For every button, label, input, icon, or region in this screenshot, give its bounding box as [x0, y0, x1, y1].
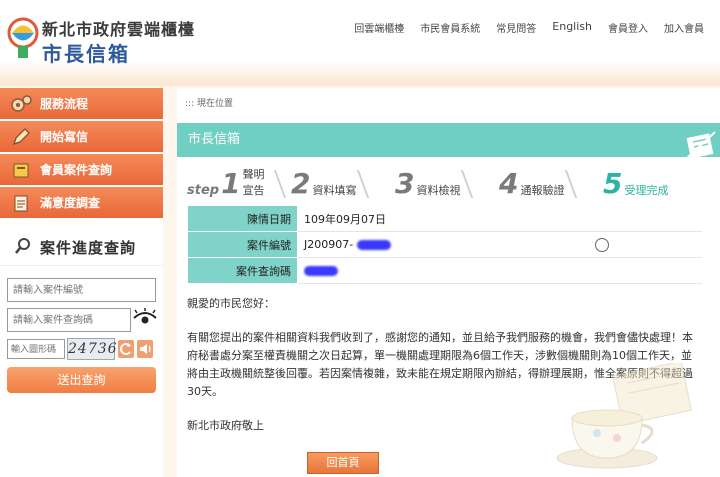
top-nav: 回雲端櫃檯 市民會員系統 常見問答 English 會員登入 加入會員	[354, 20, 704, 35]
captcha-image: 24736	[67, 338, 117, 360]
section-title: 市長信箱	[177, 123, 720, 157]
query-code-label: 案件查詢碼	[187, 257, 298, 284]
table-row: 案件編號 J200907-	[187, 231, 702, 258]
refresh-captcha-icon[interactable]	[118, 340, 134, 358]
redaction-mark	[304, 266, 338, 276]
step-number: 5	[603, 167, 623, 200]
nav-cloud-counter[interactable]: 回雲端櫃檯	[354, 20, 404, 35]
sidebar-item-member-case[interactable]: 會員案件查詢	[0, 154, 163, 186]
step-number: 3	[395, 167, 415, 200]
letter-pen-icon	[686, 131, 716, 159]
sidebar: 服務流程 開始寫信 會員案件查詢 滿意度調查 案件進度查詢 24736	[0, 88, 163, 477]
case-number-value: J200907-	[304, 237, 354, 251]
tea-cup-decoration-icon	[556, 363, 693, 469]
redaction-mark	[356, 239, 391, 250]
captcha-input[interactable]	[7, 339, 65, 359]
query-code-cell	[297, 257, 702, 284]
home-button[interactable]: 回首頁	[307, 452, 379, 474]
step-label: 受理完成	[624, 184, 669, 197]
folder-icon	[10, 159, 32, 181]
date-value: 109年09月07日	[297, 205, 702, 232]
table-row: 陳情日期 109年09月07日	[187, 205, 702, 232]
page-title: 市長信箱	[42, 42, 130, 66]
sidebar-item-label: 開始寫信	[40, 130, 89, 144]
nav-faq[interactable]: 常見問答	[496, 20, 536, 35]
letter-greeting: 親愛的市民您好：	[187, 297, 275, 310]
sidebar-item-label: 滿意度調查	[40, 196, 101, 210]
query-title-row: 案件進度查詢	[0, 230, 163, 266]
query-title: 案件進度查詢	[40, 239, 137, 257]
step-3: 3 資料檢視	[395, 168, 499, 202]
sidebar-item-service-flow[interactable]: 服務流程	[0, 88, 163, 120]
pen-icon	[10, 126, 32, 148]
main-content: ::: 現在位置 市長信箱 step 1 聲明宣告 2 資料填寫 3 資料檢視 …	[177, 88, 720, 477]
step-5-current: 5 受理完成	[603, 168, 707, 202]
sidebar-item-label: 會員案件查詢	[40, 163, 113, 177]
case-number-label: 案件編號	[187, 231, 298, 258]
gears-icon	[10, 93, 32, 115]
sidebar-item-write-letter[interactable]: 開始寫信	[0, 121, 163, 153]
step-number: 2	[291, 167, 311, 200]
step-label: 資料檢視	[416, 184, 461, 197]
progress-steps: step 1 聲明宣告 2 資料填寫 3 資料檢視 4 通報驗證 5 受理完成	[187, 168, 707, 202]
sidebar-item-label: 服務流程	[40, 97, 89, 111]
nav-register[interactable]: 加入會員	[664, 20, 704, 35]
search-icon	[14, 237, 32, 259]
header: 新北市政府雲端櫃檯 市長信箱 回雲端櫃檯 市民會員系統 常見問答 English…	[0, 0, 720, 86]
table-row: 案件查詢碼	[187, 257, 702, 284]
city-logo-icon[interactable]	[6, 16, 40, 60]
audio-captcha-icon[interactable]	[137, 340, 153, 358]
step-number: 4	[499, 167, 519, 200]
case-number-cell: J200907-	[297, 231, 702, 258]
nav-english[interactable]: English	[552, 20, 592, 35]
step-1: step 1 聲明宣告	[187, 168, 291, 202]
step-prefix: step	[187, 183, 220, 198]
sidebar-item-satisfaction[interactable]: 滿意度調查	[0, 187, 163, 219]
step-4: 4 通報驗證	[499, 168, 603, 202]
case-query-panel: 案件進度查詢 24736 送出查詢	[0, 230, 163, 477]
case-number-input[interactable]	[7, 278, 156, 302]
breadcrumb: ::: 現在位置	[185, 99, 233, 109]
nav-login[interactable]: 會員登入	[608, 20, 648, 35]
clipboard-icon	[10, 192, 32, 214]
cursor-circle-icon	[595, 237, 610, 252]
show-password-eye-icon[interactable]	[133, 308, 157, 331]
site-title: 新北市政府雲端櫃檯	[42, 20, 196, 39]
step-2: 2 資料填寫	[291, 168, 395, 202]
nav-member-system[interactable]: 市民會員系統	[420, 20, 480, 35]
query-code-input[interactable]	[7, 308, 131, 332]
case-info-table: 陳情日期 109年09月07日 案件編號 J200907- 案件查詢碼	[187, 205, 702, 284]
step-label: 資料填寫	[312, 184, 357, 197]
step-number: 1	[221, 167, 241, 200]
step-label: 通報驗證	[520, 184, 565, 197]
submit-query-button[interactable]: 送出查詢	[7, 367, 156, 393]
date-label: 陳情日期	[187, 205, 298, 232]
